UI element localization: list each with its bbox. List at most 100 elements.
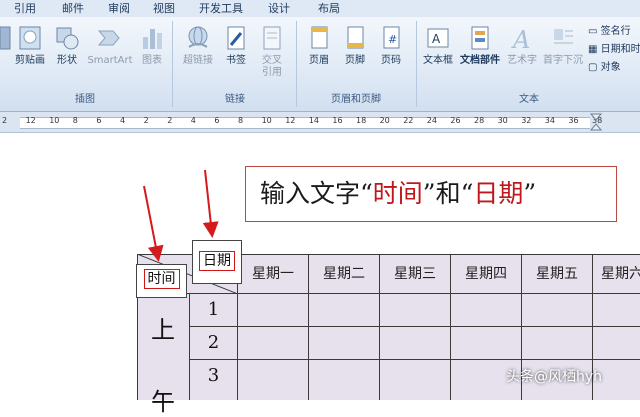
header-tuesday[interactable]: 星期二 <box>309 254 380 294</box>
quick-parts-button[interactable]: 文档部件 <box>458 23 502 67</box>
table-cell[interactable] <box>522 294 593 327</box>
table-cell[interactable] <box>238 327 309 360</box>
indent-marker-icon[interactable] <box>590 113 602 131</box>
ruler-number: 8 <box>238 116 244 125</box>
shapes-label: 形状 <box>57 55 77 66</box>
ruler-number: 10 <box>49 116 60 125</box>
time-label-box[interactable]: 时间 <box>136 264 187 298</box>
clipart-icon <box>19 26 41 50</box>
header-monday[interactable]: 星期一 <box>238 254 309 294</box>
drop-cap-button[interactable]: 首字下沉 <box>542 23 584 67</box>
table-cell[interactable] <box>238 360 309 400</box>
drop-cap-icon <box>554 29 573 44</box>
svg-text:A: A <box>511 26 530 53</box>
tab-view[interactable]: 视图 <box>153 1 175 17</box>
date-time-button[interactable]: ▦ 日期和时 <box>588 43 640 57</box>
table-cell[interactable] <box>309 327 380 360</box>
table-cell[interactable] <box>522 327 593 360</box>
table-cell[interactable] <box>380 327 451 360</box>
object-button[interactable]: ▢ 对象 <box>588 61 621 75</box>
table-cell[interactable] <box>380 294 451 327</box>
chart-icon <box>143 29 162 49</box>
clipart-label: 剪贴画 <box>15 55 45 66</box>
header-footer-group-label: 页眉和页脚 <box>331 94 381 105</box>
wordart-button[interactable]: A 艺术字 <box>504 23 540 67</box>
table-cell[interactable] <box>238 294 309 327</box>
ruler-number: 2 <box>143 116 149 125</box>
tab-developer[interactable]: 开发工具 <box>199 1 243 17</box>
ruler-number: 26 <box>450 116 461 125</box>
cross-reference-icon <box>263 26 281 50</box>
footer-label: 页脚 <box>345 55 365 66</box>
svg-text:A: A <box>432 32 441 46</box>
table-cell[interactable] <box>451 294 522 327</box>
links-group-label: 链接 <box>225 94 245 105</box>
shapes-button[interactable]: 形状 <box>50 23 84 67</box>
tab-references[interactable]: 引用 <box>14 1 36 17</box>
ruler-number: 12 <box>25 116 36 125</box>
page-number-button[interactable]: # 页码 <box>374 23 408 67</box>
ruler-number: 8 <box>72 116 78 125</box>
drop-cap-label: 首字下沉 <box>543 55 583 66</box>
table-cell[interactable] <box>309 294 380 327</box>
date-label-text: 日期 <box>199 251 235 271</box>
table-cell[interactable] <box>309 360 380 400</box>
footer-button[interactable]: 页脚 <box>338 23 372 67</box>
signature-line-button[interactable]: ▭ 签名行 <box>588 25 631 39</box>
wordart-icon: A <box>511 26 530 53</box>
tab-review[interactable]: 审阅 <box>108 1 130 17</box>
cross-reference-button[interactable]: 交叉 引用 <box>254 23 290 79</box>
ruler-number: 36 <box>568 116 579 125</box>
tab-design[interactable]: 设计 <box>268 1 290 17</box>
object-icon: ▢ <box>588 62 601 73</box>
bookmark-icon <box>227 26 245 50</box>
table-cell[interactable] <box>451 327 522 360</box>
clipart-button[interactable]: 剪贴画 <box>12 23 48 67</box>
callout-text-prefix: 输入文字“ <box>260 179 373 208</box>
row-number-2[interactable]: 2 <box>190 327 238 360</box>
callout-word-date: 日期 <box>473 179 524 208</box>
row-number-1[interactable]: 1 <box>190 294 238 327</box>
ribbon-separator <box>296 21 297 107</box>
signature-line-label: 签名行 <box>600 26 631 37</box>
ruler-number: 32 <box>521 116 532 125</box>
footer-icon <box>347 26 364 49</box>
header-button[interactable]: 页眉 <box>302 23 336 67</box>
ruler-number: 18 <box>356 116 367 125</box>
header-saturday[interactable]: 星期六 <box>593 254 640 294</box>
hyperlink-button[interactable]: 超链接 <box>178 23 218 67</box>
time-label-text: 时间 <box>143 269 180 289</box>
ruler-number: 30 <box>497 116 508 125</box>
table-cell[interactable] <box>593 327 640 360</box>
header-friday[interactable]: 星期五 <box>522 254 593 294</box>
picture-button[interactable] <box>0 23 12 53</box>
header-label: 页眉 <box>309 55 329 66</box>
wordart-label: 艺术字 <box>507 55 537 66</box>
chart-label: 图表 <box>142 55 162 66</box>
row-number-3[interactable]: 3 <box>190 360 238 400</box>
callout-text-suffix: ” <box>523 179 537 208</box>
header-thursday[interactable]: 星期四 <box>451 254 522 294</box>
period-cell-morning[interactable]: 上 午 <box>137 294 190 416</box>
horizontal-ruler[interactable]: 2 12 10 8 6 4 2 2 4 6 8 10 12 14 16 18 20 22 24 26 28 30 32 34 3… <box>0 112 640 133</box>
ribbon-tab-bar: 引用 邮件 审阅 视图 开发工具 设计 布局 <box>0 0 640 18</box>
table-cell[interactable] <box>593 294 640 327</box>
smartart-button[interactable]: SmartArt <box>86 23 134 67</box>
tab-layout[interactable]: 布局 <box>318 1 340 17</box>
chart-button[interactable]: 图表 <box>136 23 168 67</box>
ruler-number: 2 <box>2 116 8 125</box>
shapes-icon <box>56 27 79 50</box>
header-wednesday[interactable]: 星期三 <box>380 254 451 294</box>
ruler-number: 28 <box>474 116 485 125</box>
bookmark-label: 书签 <box>226 55 246 66</box>
table-cell[interactable] <box>380 360 451 400</box>
ribbon-separator <box>172 21 173 107</box>
date-label-box[interactable]: 日期 <box>192 240 242 284</box>
tab-mailings[interactable]: 邮件 <box>62 1 84 17</box>
ruler-number: 14 <box>308 116 319 125</box>
bookmark-button[interactable]: 书签 <box>220 23 252 67</box>
ribbon: 剪贴画 形状 SmartArt 图表 插图 超链接 书签 交叉 引用 链接 页眉… <box>0 17 640 112</box>
ruler-number: 20 <box>379 116 390 125</box>
text-group-label: 文本 <box>519 94 539 105</box>
textbox-button[interactable]: A 文本框 <box>420 23 456 67</box>
